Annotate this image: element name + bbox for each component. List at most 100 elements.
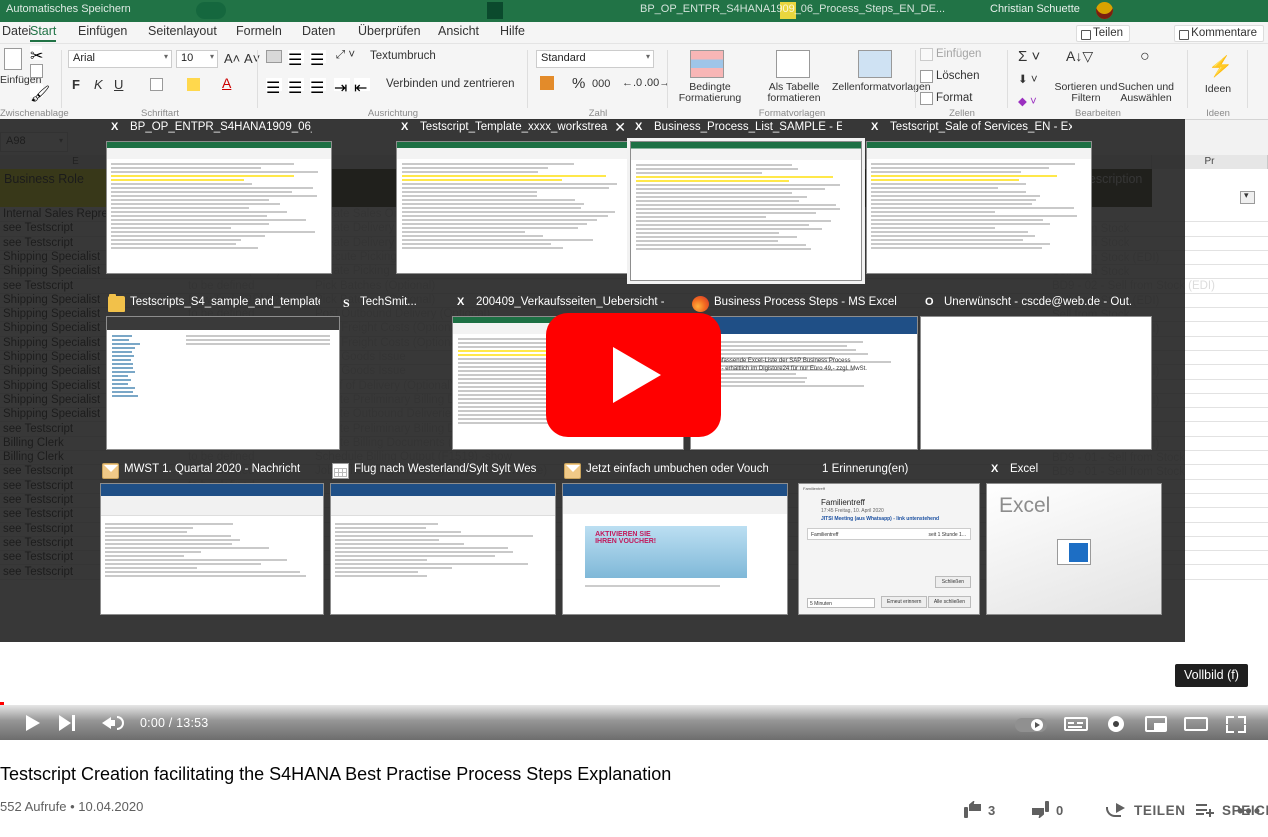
task-view-tile[interactable]: 1 Erinnerung(en) Familientreff Familientre… — [798, 461, 980, 615]
task-view-tile-thumbnail[interactable] — [630, 141, 862, 281]
font-name-select[interactable]: Arial — [68, 50, 172, 68]
task-view-tile-thumbnail[interactable] — [106, 141, 332, 274]
filter-icon[interactable] — [487, 2, 503, 19]
format-cells-icon[interactable] — [920, 92, 933, 105]
delete-cells-icon[interactable] — [920, 70, 933, 83]
share-button[interactable]: Teilen — [1076, 25, 1130, 42]
font-size-select[interactable]: 10 — [176, 50, 218, 68]
tab-einfuegen[interactable]: Einfügen — [78, 24, 127, 38]
tab-seitenlayout[interactable]: Seitenlayout — [148, 24, 217, 38]
thousands-separator-button[interactable]: 000 — [592, 78, 610, 90]
currency-icon[interactable] — [540, 76, 554, 90]
theater-mode-button[interactable] — [1180, 705, 1212, 740]
miniplayer-button[interactable] — [1140, 705, 1172, 740]
decrease-indent-icon[interactable]: ⇥ — [334, 78, 350, 91]
align-right-icon[interactable]: ☰ — [310, 78, 326, 91]
delete-cells-button[interactable]: Löschen — [936, 70, 979, 82]
task-view-tile[interactable]: Flug nach Westerland/Sylt Sylt West... — [330, 461, 556, 615]
align-center-icon[interactable]: ☰ — [288, 78, 304, 91]
next-video-button[interactable] — [56, 705, 84, 740]
video-player-surface[interactable]: Automatisches Speichern BP_OP_ENTPR_S4HA… — [0, 0, 1268, 740]
percent-style-button[interactable]: % — [572, 75, 585, 92]
volume-button[interactable] — [100, 705, 130, 740]
format-cells-button[interactable]: Format — [936, 92, 972, 104]
comments-button[interactable]: Kommentare — [1174, 25, 1264, 42]
task-view-tile[interactable]: Testscript_Sale of Services_EN - Excel — [866, 119, 1092, 274]
task-view-tile[interactable]: Testscript_Template_xxxx_workstrea... ✕ — [396, 119, 628, 274]
tab-hilfe[interactable]: Hilfe — [500, 24, 525, 38]
tab-formeln[interactable]: Formeln — [236, 24, 282, 38]
autoplay-toggle[interactable] — [1010, 705, 1056, 740]
new-icon[interactable] — [350, 2, 366, 19]
align-bottom-icon[interactable]: ☰ — [310, 50, 326, 63]
task-view-tile[interactable]: Testscripts_S4_sample_and_template — [106, 294, 340, 450]
fill-icon[interactable]: ⬇ ˅ — [1018, 72, 1038, 86]
fill-color-icon[interactable] — [187, 78, 200, 91]
bold-button[interactable]: F — [72, 77, 80, 92]
ribbon-display-icon[interactable] — [1135, 2, 1151, 19]
borders-icon[interactable] — [150, 78, 163, 91]
task-view-tile-thumbnail[interactable]: Die unfassende Excel-Liste der SAP Busin… — [690, 316, 918, 450]
task-view-tile-thumbnail[interactable] — [396, 141, 628, 274]
orientation-icon[interactable]: ⤢ ˅ — [336, 49, 355, 62]
task-view-tile[interactable]: MWST 1. Quartal 2020 - Nachricht (... — [100, 461, 324, 615]
freeze-icon[interactable] — [612, 2, 628, 19]
task-view-tile-thumbnail[interactable] — [866, 141, 1092, 274]
share-button[interactable]: TEILEN — [1106, 795, 1134, 827]
align-top-icon[interactable] — [266, 50, 282, 63]
task-view-tile[interactable]: Business_Process_List_SAMPLE - Excel — [630, 119, 862, 281]
open-icon[interactable] — [386, 2, 402, 19]
sort-filter-icon[interactable]: A↓▽ — [1066, 48, 1093, 65]
align-middle-icon[interactable]: ☰ — [288, 50, 304, 63]
increase-decimal-icon[interactable]: ←.0 — [622, 77, 642, 89]
play-button[interactable] — [20, 705, 50, 740]
format-as-table-icon[interactable] — [776, 50, 810, 78]
undo-icon[interactable] — [280, 2, 296, 19]
tab-daten[interactable]: Daten — [302, 24, 335, 38]
ideas-button[interactable]: Ideen — [1176, 84, 1260, 95]
increase-font-icon[interactable]: A˄ — [224, 51, 240, 66]
print-icon[interactable] — [420, 2, 436, 19]
conditional-formatting-icon[interactable] — [690, 50, 724, 78]
task-view-tile[interactable]: Jetzt einfach umbuchen oder Vouch... AKTI… — [562, 461, 788, 615]
task-view-tile-thumbnail[interactable]: Excel — [986, 483, 1162, 615]
restore-window-icon[interactable] — [1235, 2, 1251, 19]
print-preview-icon[interactable] — [456, 2, 472, 19]
more-actions-button[interactable]: ••• — [1237, 807, 1262, 837]
format-as-table-button[interactable]: Als Tabelle formatieren — [752, 82, 836, 104]
cell-styles-button[interactable]: Zellenformatvorlagen — [832, 82, 916, 93]
task-view-tile[interactable]: Unerwünscht - cscde@web.de - Out... — [920, 294, 1152, 450]
task-view-tile[interactable]: Excel Excel — [986, 461, 1162, 615]
italic-button[interactable]: K — [94, 77, 103, 92]
paste-icon[interactable] — [4, 48, 22, 70]
filter-dropdown-flow[interactable] — [1240, 191, 1255, 204]
save-icon[interactable] — [245, 2, 261, 19]
table-icon[interactable] — [578, 2, 594, 19]
increase-indent-icon[interactable]: ⇤ — [354, 78, 370, 91]
settings-button[interactable] — [1100, 705, 1132, 740]
fullscreen-button[interactable] — [1220, 705, 1252, 740]
align-left-icon[interactable]: ☰ — [266, 78, 282, 91]
decrease-decimal-icon[interactable]: .00→ — [644, 77, 670, 89]
subtitles-button[interactable] — [1060, 705, 1092, 740]
chevron-down-icon[interactable] — [516, 2, 532, 19]
copy-icon[interactable] — [30, 64, 43, 78]
tab-datei[interactable]: Datei — [2, 24, 31, 38]
ideas-icon[interactable]: ⚡ — [1208, 54, 1233, 79]
autosum-icon[interactable]: Σ ˅ — [1018, 48, 1040, 65]
underline-button[interactable]: U — [114, 77, 123, 92]
task-view-tile-thumbnail[interactable]: AKTIVIEREN SIE IHREN VOUCHER! — [562, 483, 788, 615]
task-view-tile[interactable]: Business Process Steps - MS Excel -... Di… — [690, 294, 918, 450]
wrap-text-button[interactable]: Textumbruch — [370, 50, 436, 62]
number-format-select[interactable]: Standard — [536, 50, 654, 68]
tab-ansicht[interactable]: Ansicht — [438, 24, 479, 38]
search-icon[interactable]: ○ — [1140, 48, 1150, 66]
task-view-tile-thumbnail[interactable] — [106, 316, 340, 450]
task-view-tile-thumbnail[interactable]: Familientreff Familientreff 17:45 Freitag,… — [798, 483, 980, 615]
conditional-formatting-button[interactable]: Bedingte Formatierung — [668, 82, 752, 104]
sort-icon[interactable] — [548, 2, 564, 19]
task-view-tile[interactable]: TechSmit... — [336, 294, 448, 314]
tab-ueberpruefen[interactable]: Überprüfen — [358, 24, 421, 38]
save-button[interactable]: SPEICHERN — [1196, 795, 1222, 827]
account-name[interactable]: Christian Schuette — [990, 3, 1080, 15]
